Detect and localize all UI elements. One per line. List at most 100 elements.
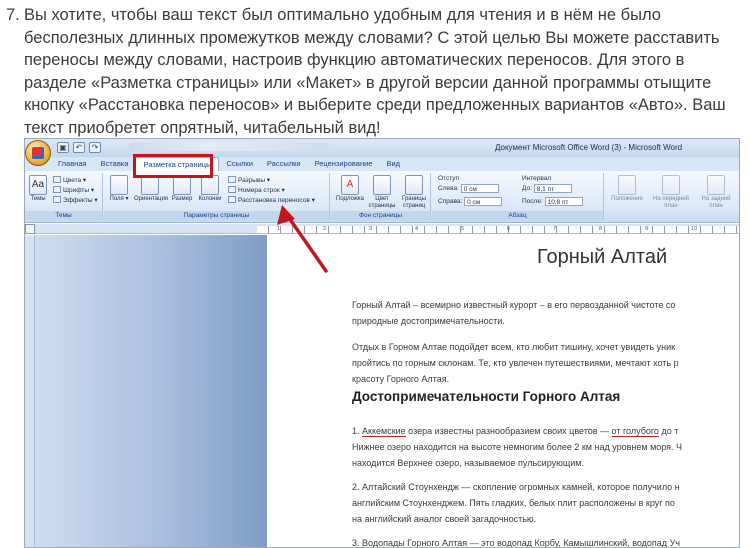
send-back-button[interactable]: На задний план — [695, 175, 737, 210]
spacing-before-input[interactable]: 8,1 пт — [533, 184, 572, 193]
misspelled-word: Уч — [669, 538, 680, 548]
page-borders-label-1: Границы — [402, 196, 426, 202]
indent-left-input[interactable]: 0 см — [460, 184, 499, 193]
ruler-number: 4 — [415, 226, 419, 232]
margins-icon — [110, 175, 128, 195]
tab-home[interactable]: Главная — [51, 157, 94, 171]
bring-front-label-1: На передний — [653, 196, 689, 202]
hyphenation-button[interactable]: Расстановка переносов ▾ — [228, 196, 315, 205]
columns-button[interactable]: Колонки — [196, 175, 224, 203]
orientation-button[interactable]: Ориентация — [134, 175, 169, 203]
ruler-numbers: 1 2 3 4 5 6 7 8 9 10 — [257, 224, 739, 234]
ribbon-tabs: Главная Вставка Разметка страницы Ссылки… — [51, 157, 407, 171]
step-number: 7. — [6, 6, 20, 24]
ruler-number: 7 — [553, 226, 557, 232]
group-page-background-label: Фон страницы — [331, 211, 430, 220]
effects-button[interactable]: Эффекты ▾ — [53, 196, 98, 205]
line-numbers-button[interactable]: Номера строк ▾ — [228, 186, 285, 195]
indent-heading: Отступ — [438, 175, 460, 182]
tab-references[interactable]: Ссылки — [219, 157, 259, 171]
group-page-background: A Подложка Цвет страницы Границы страниц… — [331, 173, 431, 220]
line-numbers-label: Номера строк — [238, 187, 280, 194]
doc-text: озера известны разнообразием своих цвето… — [405, 426, 612, 436]
breaks-label: Разрывы — [238, 177, 266, 184]
spacing-before-label: До: — [522, 185, 532, 192]
redo-icon[interactable]: ↷ — [89, 142, 101, 153]
blurred-toolbar — [129, 142, 329, 151]
colors-button[interactable]: Цвета ▾ — [53, 176, 86, 185]
tab-view[interactable]: Вид — [379, 157, 407, 171]
indent-left-field: Слева: 0 см — [438, 184, 499, 194]
doc-text: до т — [658, 426, 679, 436]
spacing-before-field: До: 8,1 пт — [522, 184, 572, 194]
spacing-after-field: После: 10,8 пт — [522, 197, 583, 207]
doc-line: на английский аналог своей загадочностью… — [352, 514, 537, 524]
columns-label: Колонки — [198, 196, 222, 202]
spacing-after-input[interactable]: 10,8 пт — [544, 197, 583, 206]
themes-button[interactable]: Aa Темы — [27, 175, 49, 203]
undo-icon[interactable]: ↶ — [73, 142, 85, 153]
spacing-after-label: После: — [522, 198, 543, 205]
hyphenation-label: Расстановка переносов — [238, 197, 310, 204]
doc-line: природные достопримечательности. — [352, 316, 505, 326]
page-color-icon — [373, 175, 391, 195]
group-paragraph-label: Абзац — [432, 211, 603, 220]
window-title: Документ Microsoft Office Word (3) - Mic… — [495, 143, 683, 152]
group-page-setup: Поля ▾ Ориентация Размер Колонки Разрывы… — [104, 173, 330, 220]
position-button[interactable]: Положение — [607, 175, 647, 203]
indent-right-label: Справа: — [438, 198, 463, 205]
tab-insert[interactable]: Вставка — [94, 157, 136, 171]
vertical-ruler[interactable] — [25, 235, 35, 547]
document-page[interactable]: Горный Алтай Горный Алтай – всемирно изв… — [267, 235, 739, 548]
misspelled-word: Камышлинский — [563, 538, 628, 548]
highlight-box — [133, 154, 213, 178]
save-icon[interactable]: ▣ — [57, 142, 69, 153]
bring-front-button[interactable]: На передний план — [649, 175, 693, 210]
page-borders-icon — [405, 175, 423, 195]
misspelled-word: Аккемские — [362, 426, 406, 437]
size-button[interactable]: Размер — [170, 175, 194, 203]
watermark-label: Подложка — [336, 196, 364, 202]
page-borders-label-2: страниц — [402, 203, 426, 209]
watermark-button[interactable]: A Подложка — [335, 175, 365, 203]
position-label: Положение — [611, 196, 643, 202]
doc-line: 2. Алтайский Стоунхендж — скопление огро… — [352, 482, 680, 492]
page-color-label-2: страницы — [368, 203, 396, 209]
indent-left-label: Слева: — [438, 185, 459, 192]
breaks-button[interactable]: Разрывы ▾ — [228, 176, 270, 185]
themes-icon: Aa — [29, 175, 47, 195]
tab-selector[interactable] — [25, 224, 35, 234]
size-icon — [173, 175, 191, 195]
ribbon: Aa Темы Цвета ▾ Шрифты ▾ Эффекты ▾ Темы … — [25, 171, 739, 223]
tab-review[interactable]: Рецензирование — [308, 157, 380, 171]
document-workspace — [35, 235, 267, 547]
group-paragraph: Отступ Слева: 0 см Справа: 0 см Интервал… — [432, 173, 604, 220]
colors-icon — [53, 176, 61, 183]
group-themes: Aa Темы Цвета ▾ Шрифты ▾ Эффекты ▾ Темы — [25, 173, 103, 220]
watermark-icon: A — [341, 175, 359, 195]
intro-text: Вы хотите, чтобы ваш текст был оптимальн… — [24, 6, 726, 137]
position-icon — [618, 175, 636, 195]
ruler-number: 9 — [645, 226, 649, 232]
margins-button[interactable]: Поля ▾ — [108, 175, 130, 203]
tab-mailings[interactable]: Рассылки — [260, 157, 308, 171]
office-logo-icon — [32, 147, 44, 159]
page-borders-button[interactable]: Границы страниц — [399, 175, 429, 210]
fonts-label: Шрифты — [63, 187, 90, 194]
orientation-label: Ориентация — [134, 196, 169, 202]
doc-text: 1. — [352, 426, 363, 436]
indent-right-field: Справа: 0 см — [438, 197, 503, 207]
word-screenshot: ▣ ↶ ↷ Документ Microsoft Office Word (3)… — [24, 138, 740, 548]
fonts-icon — [53, 186, 61, 193]
doc-line: Горный Алтай – всемирно известный курорт… — [352, 300, 676, 310]
bring-front-label-2: план — [664, 203, 678, 209]
misspelled-word: от голубого — [611, 426, 659, 437]
page-color-button[interactable]: Цвет страницы — [367, 175, 397, 210]
fonts-button[interactable]: Шрифты ▾ — [53, 186, 94, 195]
indent-right-input[interactable]: 0 см — [464, 197, 503, 206]
colors-label: Цвета — [63, 177, 82, 184]
orientation-icon — [141, 175, 159, 195]
group-page-setup-label: Параметры страницы — [104, 211, 329, 220]
office-button[interactable] — [25, 140, 51, 166]
ruler-number: 6 — [507, 226, 511, 232]
